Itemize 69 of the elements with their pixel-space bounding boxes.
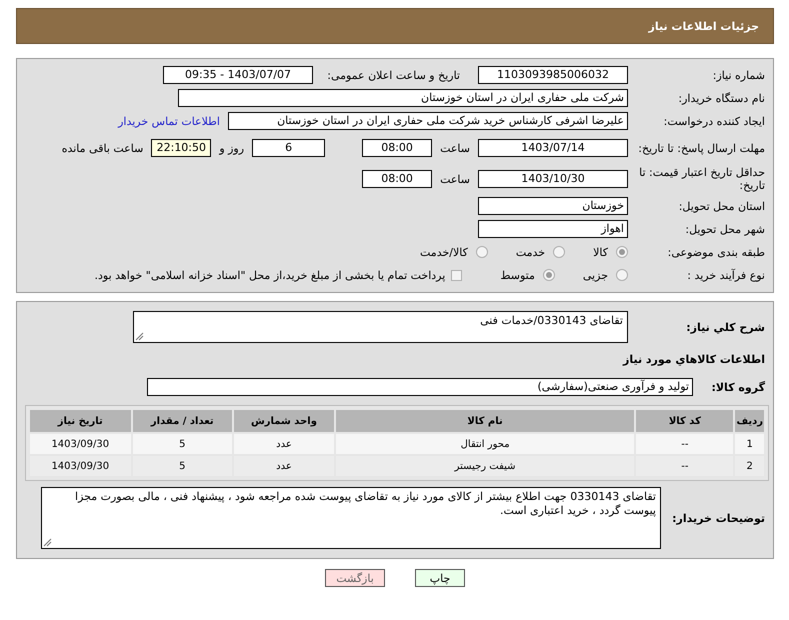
field-label: تاریخ و ساعت اعلان عمومی:: [326, 68, 461, 82]
announce-date-field: 1403/07/07 - 09:35: [163, 66, 313, 84]
time-label: ساعت: [440, 172, 470, 186]
radio-button[interactable]: [616, 246, 628, 258]
province-field: خوزستان: [478, 197, 628, 215]
resize-grip-icon: [43, 538, 52, 547]
validity-date-field: 1403/10/30: [478, 170, 628, 188]
table-cell: عدد: [234, 434, 334, 454]
field-label: مهلت ارسال پاسخ: تا تاریخ:: [637, 142, 766, 154]
field-label: شرح کلي نياز:: [685, 320, 766, 334]
radio-button[interactable]: [616, 269, 628, 281]
table-cell: 2: [735, 456, 764, 476]
days-label: روز و: [219, 142, 244, 154]
requester-field: علیرضا اشرفی کارشناس خرید شرکت ملی حفاری ایران در استان خوزستان: [228, 112, 628, 130]
field-label: ایجاد کننده درخواست:: [662, 114, 766, 128]
buyer-notes-field: تقاضای 0330143 جهت اطلاع بیشتر از کالای مورد نیاز به تقاضای پیوست شده مراجعه شود ، پیشنهاد فنی ، مالی بصورت مجزا پیوست گردد ، خرید اعتباری است.: [41, 487, 661, 549]
remaining-time-field: 22:10:50: [151, 139, 212, 157]
resize-grip-icon: [135, 332, 144, 341]
column-header: تاریخ نیاز: [30, 410, 131, 432]
back-button[interactable]: بازگشت: [325, 569, 385, 587]
table-cell: 1403/09/30: [30, 456, 131, 476]
radio-label: متوسط: [500, 268, 535, 282]
page-title: جزئیات اطلاعات نیاز: [648, 20, 759, 32]
field-label: شهر محل تحویل:: [684, 222, 766, 236]
days-field: 6: [252, 139, 326, 157]
city-field: اهواز: [478, 220, 628, 238]
checkbox-label: پرداخت تمام یا بخشی از مبلغ خرید،از محل "اسناد خزانه اسلامی" خواهد بود.: [94, 268, 446, 282]
column-header: کد کالا: [636, 410, 734, 432]
deadline-date-field: 1403/07/14: [478, 139, 628, 157]
radio-label: کالا/خدمت: [420, 246, 468, 258]
field-label: توضیحات خریدار:: [671, 512, 766, 524]
remaining-label: ساعت باقی مانده: [62, 142, 144, 154]
field-label: شماره نیاز:: [712, 68, 766, 82]
radio-button[interactable]: [476, 246, 488, 258]
table-cell: --: [636, 434, 734, 454]
field-label: حداقل تاریخ اعتبار قیمت: تا تاریخ:: [638, 166, 766, 192]
column-header: واحد شمارش: [234, 410, 334, 432]
table-cell: 1403/09/30: [30, 434, 131, 454]
field-label: استان محل تحویل:: [678, 200, 766, 212]
table-cell: 1: [735, 434, 764, 454]
need-number-field: 1103093985006032: [478, 66, 628, 84]
column-header: تعداد / مقدار: [132, 410, 232, 432]
radio-label: جزیی: [582, 268, 608, 282]
section-heading: اطلاعات کالاهاي مورد نياز: [623, 352, 766, 366]
table-cell: 5: [132, 434, 232, 454]
radio-button[interactable]: [542, 269, 555, 281]
field-label: نوع فرآیند خرید :: [686, 268, 766, 282]
print-button[interactable]: چاپ: [415, 569, 465, 587]
time-label: ساعت: [440, 142, 470, 154]
radio-button[interactable]: [553, 246, 566, 258]
table-cell: 5: [132, 456, 232, 476]
buyer-org-field: شرکت ملی حفاری ایران در استان خوزستان: [178, 89, 628, 107]
field-label: طبقه بندی موضوعی:: [666, 246, 766, 258]
field-label: نام دستگاه خریدار:: [677, 92, 766, 104]
column-header: نام کالا: [336, 410, 634, 432]
deadline-time-field: 08:00: [362, 139, 432, 157]
description-field: تقاضای 0330143/خدمات فنی: [133, 311, 628, 343]
validity-time-field: 08:00: [362, 170, 432, 188]
radio-label: خدمت: [516, 246, 546, 258]
checkbox[interactable]: [451, 270, 462, 280]
field-label: گروه کالا:: [710, 380, 766, 394]
table-cell: شیفت رجیستر: [336, 456, 634, 476]
goods-group-field: تولید و فرآوری صنعتی(سفارشی): [147, 378, 693, 396]
column-header: ردیف: [735, 410, 764, 432]
radio-label: کالا: [593, 246, 608, 258]
contact-link[interactable]: اطلاعات تماس خریدار: [118, 114, 220, 128]
table-cell: عدد: [234, 456, 334, 476]
table-cell: --: [636, 456, 734, 476]
table-cell: محور انتقال: [336, 434, 634, 454]
